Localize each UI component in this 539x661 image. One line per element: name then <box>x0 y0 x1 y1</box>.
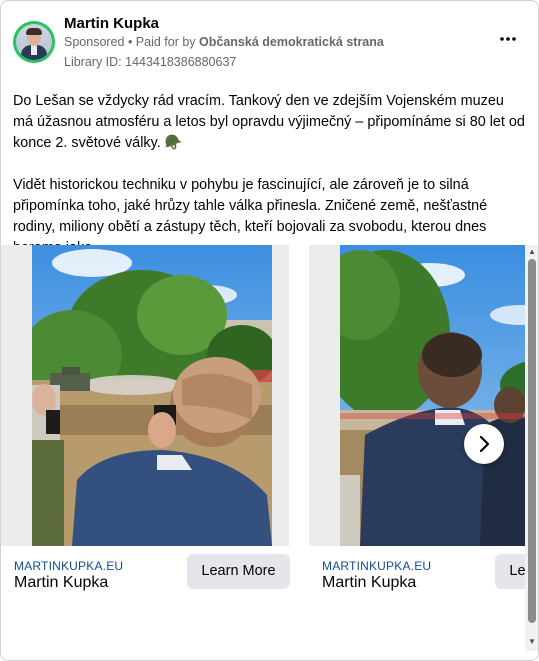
scroll-up-arrow-icon[interactable]: ▲ <box>525 245 538 259</box>
scrollbar-thumb[interactable] <box>528 259 536 623</box>
vertical-scrollbar[interactable]: ▲ ▼ <box>525 245 538 651</box>
more-horizontal-icon <box>500 37 516 41</box>
avatar-photo <box>16 24 52 60</box>
post-paragraph: Do Lešan se vždycky rád vracím. Tankový … <box>13 93 525 151</box>
avatar-hair <box>26 28 42 35</box>
ad-header: Martin Kupka Sponsored • Paid for by Obč… <box>13 13 528 73</box>
card-title[interactable]: Martin Kupka <box>322 574 416 592</box>
card-title[interactable]: Martin Kupka <box>14 574 108 592</box>
advertiser-name[interactable]: Martin Kupka <box>64 15 159 32</box>
more-options-button[interactable] <box>494 29 522 51</box>
card-domain[interactable]: MARTINKUPKA.EU <box>14 559 123 573</box>
ad-carousel: MARTINKUPKA.EU Martin Kupka Learn More M… <box>1 245 525 657</box>
library-id: Library ID: 1443418386880637 <box>64 55 237 69</box>
carousel-card-media[interactable] <box>309 245 525 546</box>
meta-separator: • <box>124 35 136 49</box>
learn-more-button[interactable]: Learn More <box>187 554 290 589</box>
avatar-shirt <box>31 45 37 55</box>
carousel-photo <box>32 245 272 546</box>
ad-card: Martin Kupka Sponsored • Paid for by Obč… <box>0 0 539 661</box>
carousel-photo <box>340 245 525 546</box>
carousel-next-button[interactable] <box>464 424 504 464</box>
chevron-right-icon <box>479 436 490 453</box>
paid-for-by-label: Paid for by <box>135 35 200 49</box>
scroll-down-arrow-icon[interactable]: ▼ <box>525 635 538 649</box>
sponsored-meta: Sponsored • Paid for by Občanská demokra… <box>64 35 384 49</box>
carousel-card-media[interactable] <box>1 245 289 546</box>
learn-more-button[interactable]: Learn More <box>495 554 525 589</box>
carousel-card[interactable]: MARTINKUPKA.EU Martin Kupka Learn More <box>1 245 290 605</box>
sponsored-label: Sponsored <box>64 35 125 49</box>
paid-for-by-entity: Občanská demokratická strana <box>199 35 384 49</box>
advertiser-avatar[interactable] <box>13 21 55 63</box>
carousel-card-footer: MARTINKUPKA.EU Martin Kupka Learn More <box>309 546 525 601</box>
carousel-card-footer: MARTINKUPKA.EU Martin Kupka Learn More <box>1 546 290 601</box>
card-domain[interactable]: MARTINKUPKA.EU <box>322 559 431 573</box>
